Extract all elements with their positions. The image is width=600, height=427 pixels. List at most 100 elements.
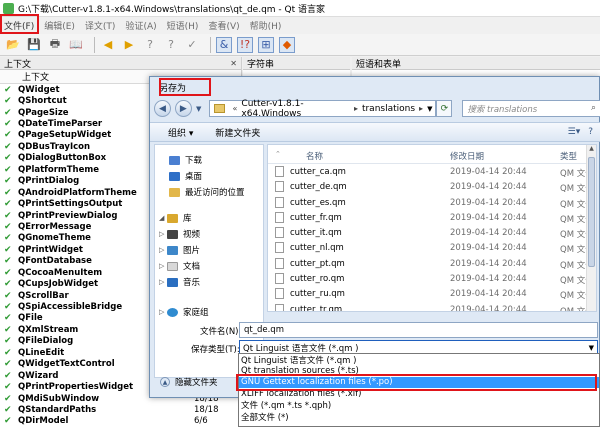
file-row[interactable]: cutter_nl.qm 2019-04-14 20:44 QM 文件 (268, 240, 596, 255)
check-icon: ✔ (4, 244, 12, 255)
print-icon[interactable]: 🖶 (47, 37, 63, 53)
file-row[interactable]: cutter_ro.qm 2019-04-14 20:44 QM 文件 (268, 271, 596, 286)
breadcrumb-item[interactable]: translations (362, 104, 415, 114)
check-icon: ✔ (4, 256, 12, 267)
nav-item-documents[interactable]: ▷ 文档 (159, 259, 200, 273)
next-unfinished-icon[interactable]: ? (163, 37, 179, 53)
context-name: QPrintWidget (18, 244, 83, 255)
address-bar[interactable]: « Cutter-v1.8.1-x64.Windows ▸ translatio… (208, 99, 437, 119)
dock-close-icon[interactable]: ✕ (230, 59, 237, 68)
homegroup-icon (167, 307, 178, 317)
savetype-option[interactable]: Qt translation sources (*.ts) (239, 365, 599, 376)
nav-item-homegroup[interactable]: ▷ 家庭组 (159, 305, 209, 319)
file-list-scrollbar[interactable]: ▲ (586, 145, 596, 311)
savetype-dropdown-list: Qt Linguist 语言文件 (*.qm ) Qt translation s… (238, 353, 600, 427)
file-icon (275, 181, 284, 193)
dialog-title: 另存为 (159, 83, 187, 94)
address-dropdown-icon[interactable]: ▼ (427, 105, 432, 113)
scroll-up-icon[interactable]: ▲ (587, 145, 596, 155)
menu-edit[interactable]: 编辑(E) (44, 19, 75, 32)
nav-item-music[interactable]: ▷ 音乐 (159, 275, 200, 289)
nav-item-recent[interactable]: 最近访问的位置 (169, 185, 245, 199)
context-item[interactable]: ✔ QStandardPaths 18/18 (0, 404, 241, 415)
expand-icon[interactable]: ▷ (159, 262, 167, 270)
help-icon[interactable]: ? (588, 127, 593, 137)
savetype-option[interactable]: Qt Linguist 语言文件 (*.qm ) (239, 354, 599, 366)
file-name: cutter_es.qm (290, 197, 346, 208)
file-row[interactable]: cutter_fr.qm 2019-04-14 20:44 QM 文件 (268, 210, 596, 225)
scroll-thumb[interactable] (588, 157, 595, 267)
check-icon: ✔ (4, 141, 12, 152)
context-item[interactable]: ✔ QDirModel 6/6 (0, 416, 241, 427)
placeholder-icon[interactable]: ◆ (279, 36, 295, 53)
column-type[interactable]: 类型 (560, 150, 577, 162)
nav-item-pictures[interactable]: ▷ 图片 (159, 243, 200, 257)
hide-folders-toggle[interactable]: ▲ 隐藏文件夹 (160, 376, 218, 388)
file-row[interactable]: cutter_ru.qm 2019-04-14 20:44 QM 文件 (268, 286, 596, 301)
expand-icon[interactable]: ▷ (159, 230, 167, 238)
file-row[interactable]: cutter_it.qm 2019-04-14 20:44 QM 文件 (268, 225, 596, 240)
context-name: QDirModel (18, 416, 69, 427)
app-icon (3, 2, 14, 14)
menu-translation[interactable]: 译文(T) (85, 19, 116, 32)
phrasebook-icon[interactable]: 📖 (68, 37, 84, 53)
context-name: QFile (18, 313, 43, 324)
menu-view[interactable]: 查看(V) (208, 19, 239, 32)
expand-icon[interactable]: ▷ (159, 308, 167, 316)
filename-input[interactable]: qt_de.qm (239, 322, 598, 338)
menu-file[interactable]: 文件(F) (4, 19, 34, 32)
savetype-option[interactable]: 文件 (*.qm *.ts *.qph) (239, 400, 599, 411)
context-name: QPageSize (18, 107, 69, 118)
expand-icon[interactable]: ▷ (159, 246, 167, 254)
punctuation-icon[interactable]: !? (237, 36, 253, 53)
column-date[interactable]: 修改日期 (450, 150, 484, 162)
collapse-icon[interactable]: ◢ (159, 214, 167, 222)
expand-icon[interactable]: ▷ (159, 278, 167, 286)
phrase-match-icon[interactable]: ⊞ (258, 36, 274, 53)
search-icon[interactable]: ⌕ (591, 103, 596, 113)
check-icon: ✔ (4, 107, 12, 118)
nav-item-downloads[interactable]: 下载 (169, 153, 202, 167)
check-icon: ✔ (4, 382, 12, 393)
menu-help[interactable]: 帮助(H) (250, 19, 282, 32)
breadcrumb-separator-icon[interactable]: ▸ (354, 104, 358, 113)
check-icon: ✔ (4, 416, 12, 427)
accelerators-icon[interactable]: & (216, 36, 232, 53)
menu-validation[interactable]: 验证(A) (125, 19, 156, 32)
open-icon[interactable]: 📂 (5, 37, 21, 53)
chevron-down-icon[interactable]: ▼ (589, 344, 594, 352)
breadcrumb-separator-icon[interactable]: « (233, 104, 238, 113)
view-options-icon[interactable]: ☰▾ (568, 127, 581, 137)
new-folder-button[interactable]: 新建文件夹 (215, 126, 260, 139)
breadcrumb-item[interactable]: Cutter-v1.8.1-x64.Windows (241, 99, 350, 119)
download-folder-icon (169, 155, 180, 165)
savetype-option[interactable]: GNU Gettext localization files (*.po) (239, 376, 599, 389)
breadcrumb-separator-icon[interactable]: ▸ (419, 104, 423, 113)
save-icon[interactable]: 💾 (26, 37, 42, 53)
nav-item-library[interactable]: ◢ 库 (159, 211, 192, 225)
column-name[interactable]: 名称 (306, 150, 323, 162)
nav-item-desktop[interactable]: 桌面 (169, 169, 202, 183)
back-icon[interactable]: ◀ (154, 100, 171, 117)
next-icon[interactable]: ▶ (121, 37, 137, 53)
forward-icon[interactable]: ▶ (174, 100, 192, 117)
done-next-icon[interactable]: ✓ (184, 37, 200, 53)
file-row[interactable]: cutter_es.qm 2019-04-14 20:44 QM 文件 (268, 195, 596, 210)
address-row: ◀ ▶ ▼ « Cutter-v1.8.1-x64.Windows ▸ tran… (150, 96, 600, 121)
prev-unfinished-icon[interactable]: ? (142, 37, 158, 53)
search-input[interactable]: 搜索 translations ⌕ (462, 100, 600, 117)
menu-phrases[interactable]: 短语(H) (167, 19, 199, 32)
file-row[interactable]: cutter_tr.qm 2019-04-14 20:44 QM 文件 (268, 302, 596, 311)
nav-item-videos[interactable]: ▷ 视频 (159, 227, 200, 241)
file-row[interactable]: cutter_pt.qm 2019-04-14 20:44 QM 文件 (268, 256, 596, 271)
history-dropdown-icon[interactable]: ▼ (194, 104, 204, 114)
organize-button[interactable]: 组织 ▾ (168, 126, 193, 139)
recent-places-icon (169, 187, 180, 197)
savetype-option[interactable]: XLIFF localization files (*.xlf) (239, 388, 599, 399)
toolbar-separator (94, 36, 95, 53)
file-row[interactable]: cutter_de.qm 2019-04-14 20:44 QM 文件 (268, 179, 596, 194)
refresh-icon[interactable]: ⟳ (436, 100, 453, 117)
savetype-option[interactable]: 全部文件 (*) (239, 411, 599, 423)
file-row[interactable]: cutter_ca.qm 2019-04-14 20:44 QM 文件 (268, 164, 596, 179)
prev-icon[interactable]: ◀ (100, 37, 116, 53)
